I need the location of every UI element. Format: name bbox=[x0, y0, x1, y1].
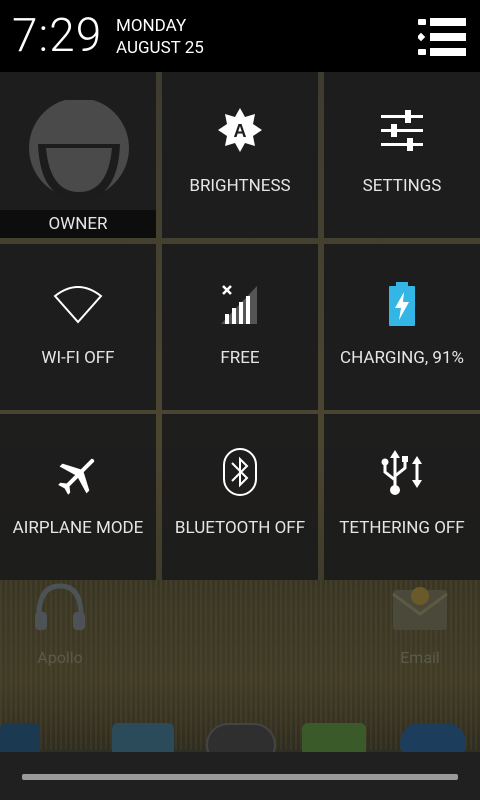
svg-text:A: A bbox=[234, 121, 247, 141]
battery-charging-icon bbox=[387, 282, 417, 330]
tile-label: SETTINGS bbox=[362, 176, 442, 196]
tile-bluetooth[interactable]: BLUETOOTH OFF bbox=[162, 414, 318, 580]
background-app-label: Email bbox=[400, 648, 440, 667]
notification-list-icon bbox=[416, 18, 468, 62]
date: AUGUST 25 bbox=[116, 38, 204, 58]
drag-handle[interactable] bbox=[22, 774, 458, 780]
status-header: 7:29 MONDAY AUGUST 25 bbox=[0, 0, 480, 72]
tile-airplane-mode[interactable]: AIRPLANE MODE bbox=[0, 414, 156, 580]
clock: 7:29 bbox=[12, 9, 103, 63]
brightness-auto-icon: A bbox=[216, 106, 264, 158]
wifi-icon bbox=[53, 284, 103, 328]
tile-label: FREE bbox=[220, 348, 260, 368]
background-app-apollo: Apollo bbox=[12, 580, 108, 667]
tile-tethering[interactable]: TETHERING OFF bbox=[324, 414, 480, 580]
avatar-icon bbox=[28, 98, 130, 216]
settings-sliders-icon bbox=[381, 110, 423, 156]
tile-settings[interactable]: SETTINGS bbox=[324, 72, 480, 238]
tile-label: CHARGING, 91% bbox=[340, 348, 464, 368]
tile-label: OWNER bbox=[48, 214, 108, 234]
tile-battery[interactable]: CHARGING, 91% bbox=[324, 244, 480, 410]
tile-label: TETHERING OFF bbox=[339, 518, 465, 538]
signal-icon bbox=[221, 284, 259, 328]
tile-mobile-signal[interactable]: FREE bbox=[162, 244, 318, 410]
tile-wifi[interactable]: WI-FI OFF bbox=[0, 244, 156, 410]
background-app-email: Email bbox=[372, 580, 468, 667]
tile-owner[interactable]: OWNER bbox=[0, 72, 156, 238]
tile-label: BLUETOOTH OFF bbox=[174, 518, 306, 538]
tile-label: BRIGHTNESS bbox=[189, 176, 291, 196]
airplane-icon bbox=[55, 452, 101, 502]
bluetooth-icon bbox=[223, 448, 257, 500]
dock bbox=[0, 705, 480, 767]
tile-brightness[interactable]: A BRIGHTNESS bbox=[162, 72, 318, 238]
tile-label: AIRPLANE MODE bbox=[12, 518, 144, 538]
email-icon bbox=[391, 580, 449, 634]
panel-bottom-bar bbox=[0, 752, 480, 800]
notifications-toggle-button[interactable] bbox=[416, 16, 468, 58]
background-app-label: Apollo bbox=[37, 648, 83, 667]
day-of-week: MONDAY bbox=[116, 16, 187, 36]
tile-label: WI-FI OFF bbox=[41, 348, 115, 368]
headphones-icon bbox=[31, 580, 89, 634]
usb-icon bbox=[381, 450, 423, 500]
